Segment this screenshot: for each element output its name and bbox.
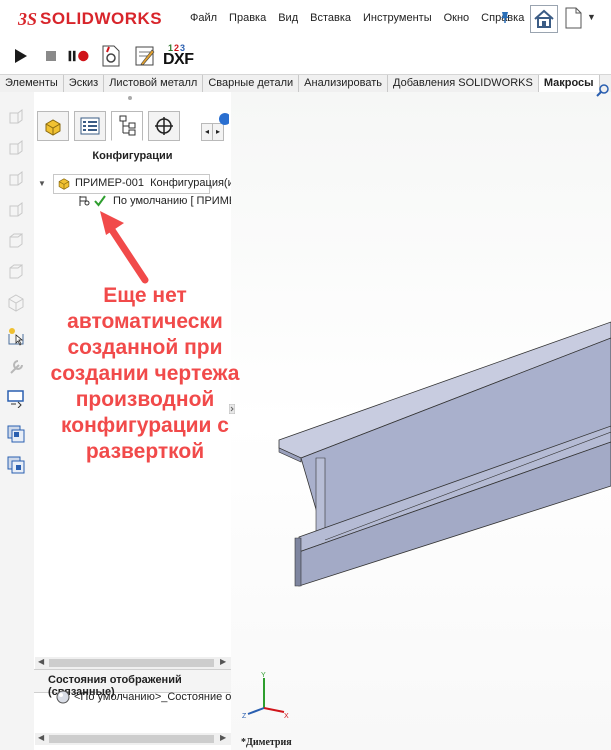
menu-bar: Файл Правка Вид Вставка Инструменты Окно…: [184, 12, 530, 24]
dxf-label: DXF: [163, 51, 194, 68]
tab-dimxpert[interactable]: [148, 111, 180, 141]
dxf-macro-button[interactable]: 1 2 3 DXF: [163, 42, 194, 70]
scrollbar-thumb[interactable]: [49, 735, 214, 743]
menu-window[interactable]: Окно: [438, 12, 476, 24]
annotation-line: автоматически: [67, 310, 223, 333]
configurations-title: Конфигурации: [92, 150, 173, 162]
view-bottom-icon[interactable]: [6, 262, 26, 282]
tree-horizontal-scrollbar[interactable]: ◀ ▶: [35, 657, 231, 669]
new-macro-icon[interactable]: [98, 44, 124, 68]
logo-ds: 3S: [18, 8, 38, 29]
configuration-tree-icon: [119, 115, 136, 136]
tab-feature-tree[interactable]: [37, 111, 69, 141]
menu-edit[interactable]: Правка: [223, 12, 272, 24]
appearance-icon[interactable]: [217, 111, 229, 125]
annotation-line: конфигурации с: [61, 414, 229, 437]
stop-macro-icon[interactable]: [38, 44, 64, 68]
part-icon: [58, 178, 70, 190]
annotation-text: Еще нет автоматически созданной при созд…: [20, 283, 270, 465]
config-root-label: ПРИМЕР-001 Конфигурация(и): [75, 177, 238, 189]
zoom-search-icon[interactable]: [596, 83, 610, 97]
logo-name: SOLIDWORKS: [40, 9, 163, 28]
annotation-line: Еще нет: [103, 284, 187, 307]
crosshair-icon: [155, 117, 173, 135]
tabs-scroll-right-icon[interactable]: ▸: [212, 123, 224, 141]
collapse-arrow-icon[interactable]: ▼: [38, 179, 46, 188]
view-left-icon[interactable]: [6, 169, 26, 189]
menu-tools[interactable]: Инструменты: [357, 12, 438, 24]
record-pause-macro-icon[interactable]: [66, 44, 92, 68]
scroll-left-icon[interactable]: ◀: [38, 657, 44, 666]
tab-evaluate[interactable]: Анализировать: [299, 75, 389, 92]
run-macro-icon[interactable]: [8, 44, 34, 68]
svg-text:X: X: [284, 713, 289, 720]
tab-sheet-metal[interactable]: Листовой металл: [104, 75, 204, 92]
coordinate-triad-icon: Y X Z: [242, 672, 289, 720]
menu-file[interactable]: Файл: [184, 12, 223, 24]
annotation-line: созданной при: [67, 336, 223, 359]
display-state-icon: [56, 690, 70, 704]
menu-view[interactable]: Вид: [272, 12, 304, 24]
new-document-icon[interactable]: [563, 6, 583, 30]
view-front-icon[interactable]: [6, 107, 26, 127]
sheet-metal-part-model[interactable]: [231, 92, 611, 750]
view-orientation-label: *Диметрия: [241, 737, 292, 748]
view-top-icon[interactable]: [6, 231, 26, 251]
scroll-left-icon[interactable]: ◀: [38, 733, 44, 742]
annotation-line: создании чертежа: [50, 362, 240, 385]
annotation-line: разверткой: [85, 440, 205, 463]
view-right-icon[interactable]: [6, 200, 26, 220]
part-icon: [45, 119, 61, 136]
graphics-area[interactable]: Y X Z: [231, 92, 611, 750]
flag-icon: [79, 196, 90, 206]
annotation-arrow: [100, 211, 149, 284]
scroll-right-icon[interactable]: ▶: [220, 657, 226, 666]
manager-tabs: ◂ ▸: [37, 111, 229, 141]
tab-weldments[interactable]: Сварные детали: [203, 75, 300, 92]
chevron-down-icon[interactable]: ▼: [587, 12, 596, 22]
scrollbar-thumb[interactable]: [49, 659, 214, 667]
svg-text:Y: Y: [261, 672, 266, 679]
display-state-label: <По умолчанию>_Состояние отоб: [74, 691, 249, 703]
panel-grip-icon[interactable]: [127, 95, 133, 101]
annotation-line: производной: [75, 388, 215, 411]
tab-property-manager[interactable]: [74, 111, 106, 141]
tab-macros[interactable]: Макросы: [538, 75, 600, 93]
property-list-icon: [80, 117, 100, 135]
menu-insert[interactable]: Вставка: [304, 12, 357, 24]
scroll-right-icon[interactable]: ▶: [220, 733, 226, 742]
tab-sketch[interactable]: Эскиз: [64, 75, 105, 92]
pin-icon[interactable]: [498, 10, 512, 24]
view-back-icon[interactable]: [6, 138, 26, 158]
svg-text:Z: Z: [242, 713, 247, 720]
states-horizontal-scrollbar[interactable]: ◀ ▶: [35, 733, 231, 745]
tab-configuration-manager[interactable]: [111, 111, 143, 141]
tab-features[interactable]: Элементы: [0, 75, 64, 92]
command-manager-tabs: Элементы Эскиз Листовой металл Сварные д…: [0, 74, 611, 94]
tab-addins[interactable]: Добавления SOLIDWORKS: [388, 75, 539, 92]
home-icon[interactable]: [530, 5, 558, 33]
solidworks-logo[interactable]: 3S SOLIDWORKS: [18, 8, 162, 30]
edit-macro-icon[interactable]: [132, 44, 158, 68]
